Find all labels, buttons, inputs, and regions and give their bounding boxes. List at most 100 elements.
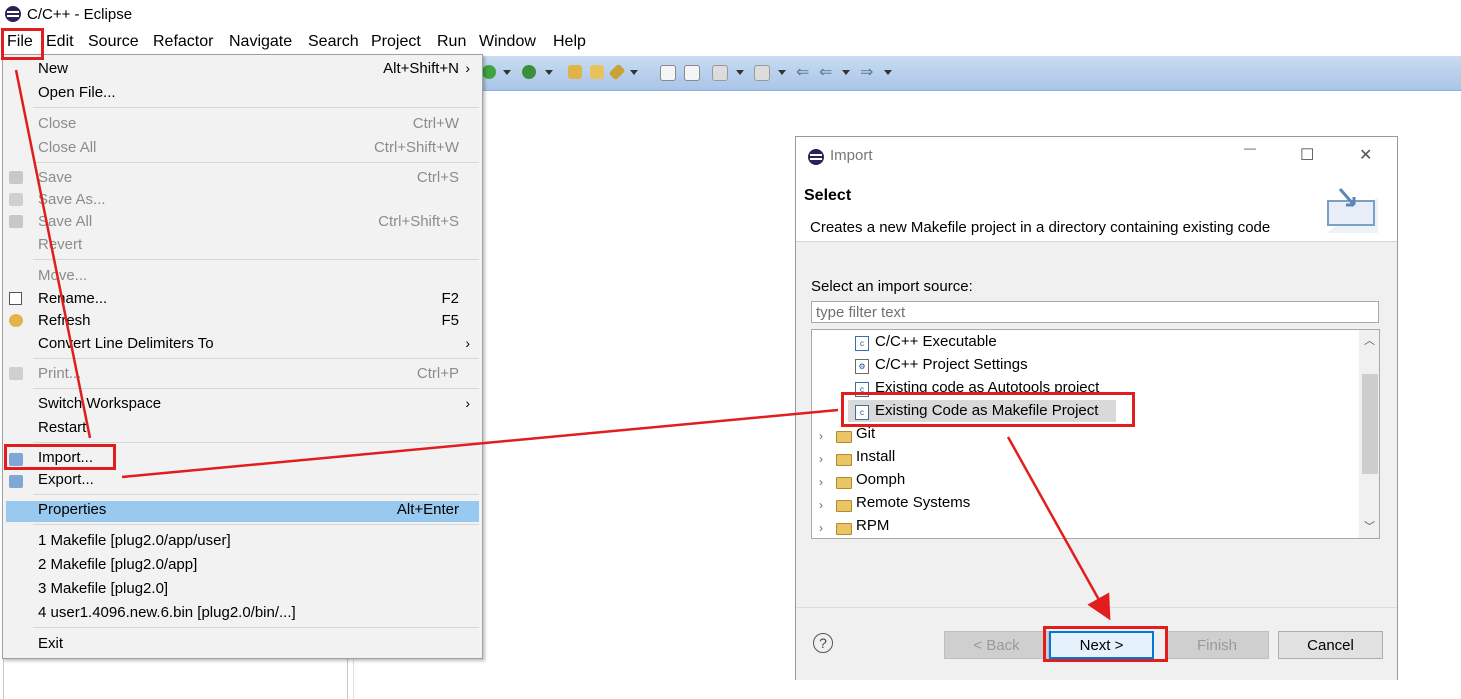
close-icon[interactable]: ✕: [1359, 145, 1372, 165]
expand-chevron-icon[interactable]: ›: [819, 475, 823, 489]
help-icon[interactable]: ?: [813, 633, 833, 653]
menu-convert-line-delimiters[interactable]: Convert Line Delimiters To: [38, 335, 214, 352]
filter-input[interactable]: [811, 301, 1379, 323]
folder-icon: [836, 477, 852, 489]
menu-move[interactable]: Move...: [38, 267, 87, 284]
pen-dropdown-icon[interactable]: [630, 70, 638, 75]
expand-chevron-icon[interactable]: ›: [819, 452, 823, 466]
menu-run[interactable]: Run: [437, 33, 466, 51]
menu-close-all[interactable]: Close All: [38, 139, 96, 156]
menu-refresh[interactable]: Refresh: [38, 312, 91, 329]
menu-recent-file-1[interactable]: 1 Makefile [plug2.0/app/user]: [38, 532, 231, 549]
prev-annotation-icon[interactable]: [754, 65, 770, 81]
annotation-box-import: [4, 444, 116, 470]
scrollbar-thumb[interactable]: [1362, 374, 1378, 474]
save-icon: [9, 171, 23, 184]
file-menu: New Alt+Shift+N › Open File... Close Ctr…: [2, 54, 483, 659]
import-source-label: Select an import source:: [811, 278, 973, 295]
menu-save-all[interactable]: Save All: [38, 213, 92, 230]
pen-icon[interactable]: [608, 63, 626, 81]
page-icon[interactable]: [684, 65, 700, 81]
forward-icon[interactable]: ⇒: [860, 62, 873, 82]
open-folder-icon[interactable]: [590, 65, 604, 79]
rename-icon: [9, 292, 22, 305]
coverage-icon[interactable]: [522, 65, 536, 79]
back-icon[interactable]: ⇐: [819, 62, 832, 82]
coverage-dropdown-icon[interactable]: [545, 70, 553, 75]
menu-separator: [33, 494, 479, 495]
shortcut-properties: Alt+Enter: [396, 501, 459, 518]
minimize-icon[interactable]: —: [1244, 141, 1256, 155]
run-icon[interactable]: [482, 65, 496, 79]
menu-source[interactable]: Source: [88, 33, 139, 51]
menu-separator: [33, 388, 479, 389]
menu-edit[interactable]: Edit: [46, 33, 74, 51]
expand-chevron-icon[interactable]: ›: [819, 521, 823, 535]
menu-search[interactable]: Search: [308, 33, 359, 51]
menu-exit[interactable]: Exit: [38, 635, 63, 652]
menu-project[interactable]: Project: [371, 33, 421, 51]
menu-recent-file-4[interactable]: 4 user1.4096.new.6.bin [plug2.0/bin/...]: [38, 604, 296, 621]
submenu-arrow-icon: ›: [465, 335, 470, 351]
shortcut-save-all: Ctrl+Shift+S: [378, 213, 459, 230]
scroll-down-icon[interactable]: ﹀: [1364, 518, 1375, 534]
menu-bar: File Edit Source Refactor Navigate Searc…: [0, 30, 1461, 54]
tree-item-oomph[interactable]: Oomph: [856, 471, 905, 494]
submenu-arrow-icon: ›: [465, 395, 470, 411]
tree-item-git[interactable]: Git: [856, 425, 875, 448]
wizard-page-description: Creates a new Makefile project in a dire…: [810, 219, 1271, 236]
menu-window[interactable]: Window: [479, 33, 536, 51]
next-annotation-icon[interactable]: [712, 65, 728, 81]
new-folder-icon[interactable]: [568, 65, 582, 79]
menu-save[interactable]: Save: [38, 169, 72, 186]
menu-save-as[interactable]: Save As...: [38, 191, 106, 208]
expand-chevron-icon[interactable]: ›: [819, 429, 823, 443]
folder-icon: [836, 500, 852, 512]
tree-scrollbar[interactable]: ︿ ﹀: [1359, 330, 1379, 538]
menu-recent-file-2[interactable]: 2 Makefile [plug2.0/app]: [38, 556, 197, 573]
menu-switch-workspace[interactable]: Switch Workspace: [38, 395, 161, 412]
tree-item-project-settings[interactable]: C/C++ Project Settings: [875, 356, 1028, 379]
folder-icon: [836, 523, 852, 535]
print-icon: [9, 367, 23, 380]
window-title: C/C++ - Eclipse: [27, 6, 133, 23]
menu-rename[interactable]: Rename...: [38, 290, 107, 307]
last-edit-icon[interactable]: ⇐: [796, 62, 809, 82]
menu-navigate[interactable]: Navigate: [229, 33, 292, 51]
title-bar: C/C++ - Eclipse: [0, 0, 1461, 30]
tree-item-c-executable[interactable]: C/C++ Executable: [875, 333, 997, 356]
save-all-icon: [9, 215, 23, 228]
view-border: [347, 655, 348, 699]
shortcut-rename: F2: [441, 290, 459, 307]
forward-dropdown-icon[interactable]: [884, 70, 892, 75]
next-annotation-dropdown-icon[interactable]: [736, 70, 744, 75]
menu-new[interactable]: New: [38, 60, 68, 77]
folder-icon: [836, 431, 852, 443]
menu-open-file[interactable]: Open File...: [38, 84, 116, 101]
shortcut-refresh: F5: [441, 312, 459, 329]
run-dropdown-icon[interactable]: [503, 70, 511, 75]
document-icon[interactable]: [660, 65, 676, 81]
menu-properties[interactable]: Properties: [38, 501, 106, 518]
menu-close[interactable]: Close: [38, 115, 76, 132]
expand-chevron-icon[interactable]: ›: [819, 498, 823, 512]
tree-item-remote-systems[interactable]: Remote Systems: [856, 494, 970, 517]
scroll-up-icon[interactable]: ︿: [1364, 332, 1375, 348]
back-button[interactable]: < Back: [944, 631, 1049, 659]
menu-restart[interactable]: Restart: [38, 419, 86, 436]
menu-revert[interactable]: Revert: [38, 236, 82, 253]
menu-help[interactable]: Help: [553, 33, 586, 51]
menu-recent-file-3[interactable]: 3 Makefile [plug2.0]: [38, 580, 168, 597]
menu-export[interactable]: Export...: [38, 471, 94, 488]
maximize-icon[interactable]: ☐: [1300, 145, 1314, 165]
finish-button[interactable]: Finish: [1165, 631, 1269, 659]
tree-item-install[interactable]: Install: [856, 448, 895, 471]
prev-annotation-dropdown-icon[interactable]: [778, 70, 786, 75]
menu-print[interactable]: Print...: [38, 365, 81, 382]
menu-refactor[interactable]: Refactor: [153, 33, 213, 51]
tree-item-rpm[interactable]: RPM: [856, 517, 889, 538]
cancel-button[interactable]: Cancel: [1278, 631, 1383, 659]
project-settings-icon: ⚙: [855, 359, 869, 374]
back-dropdown-icon[interactable]: [842, 70, 850, 75]
refresh-icon: [9, 314, 23, 327]
